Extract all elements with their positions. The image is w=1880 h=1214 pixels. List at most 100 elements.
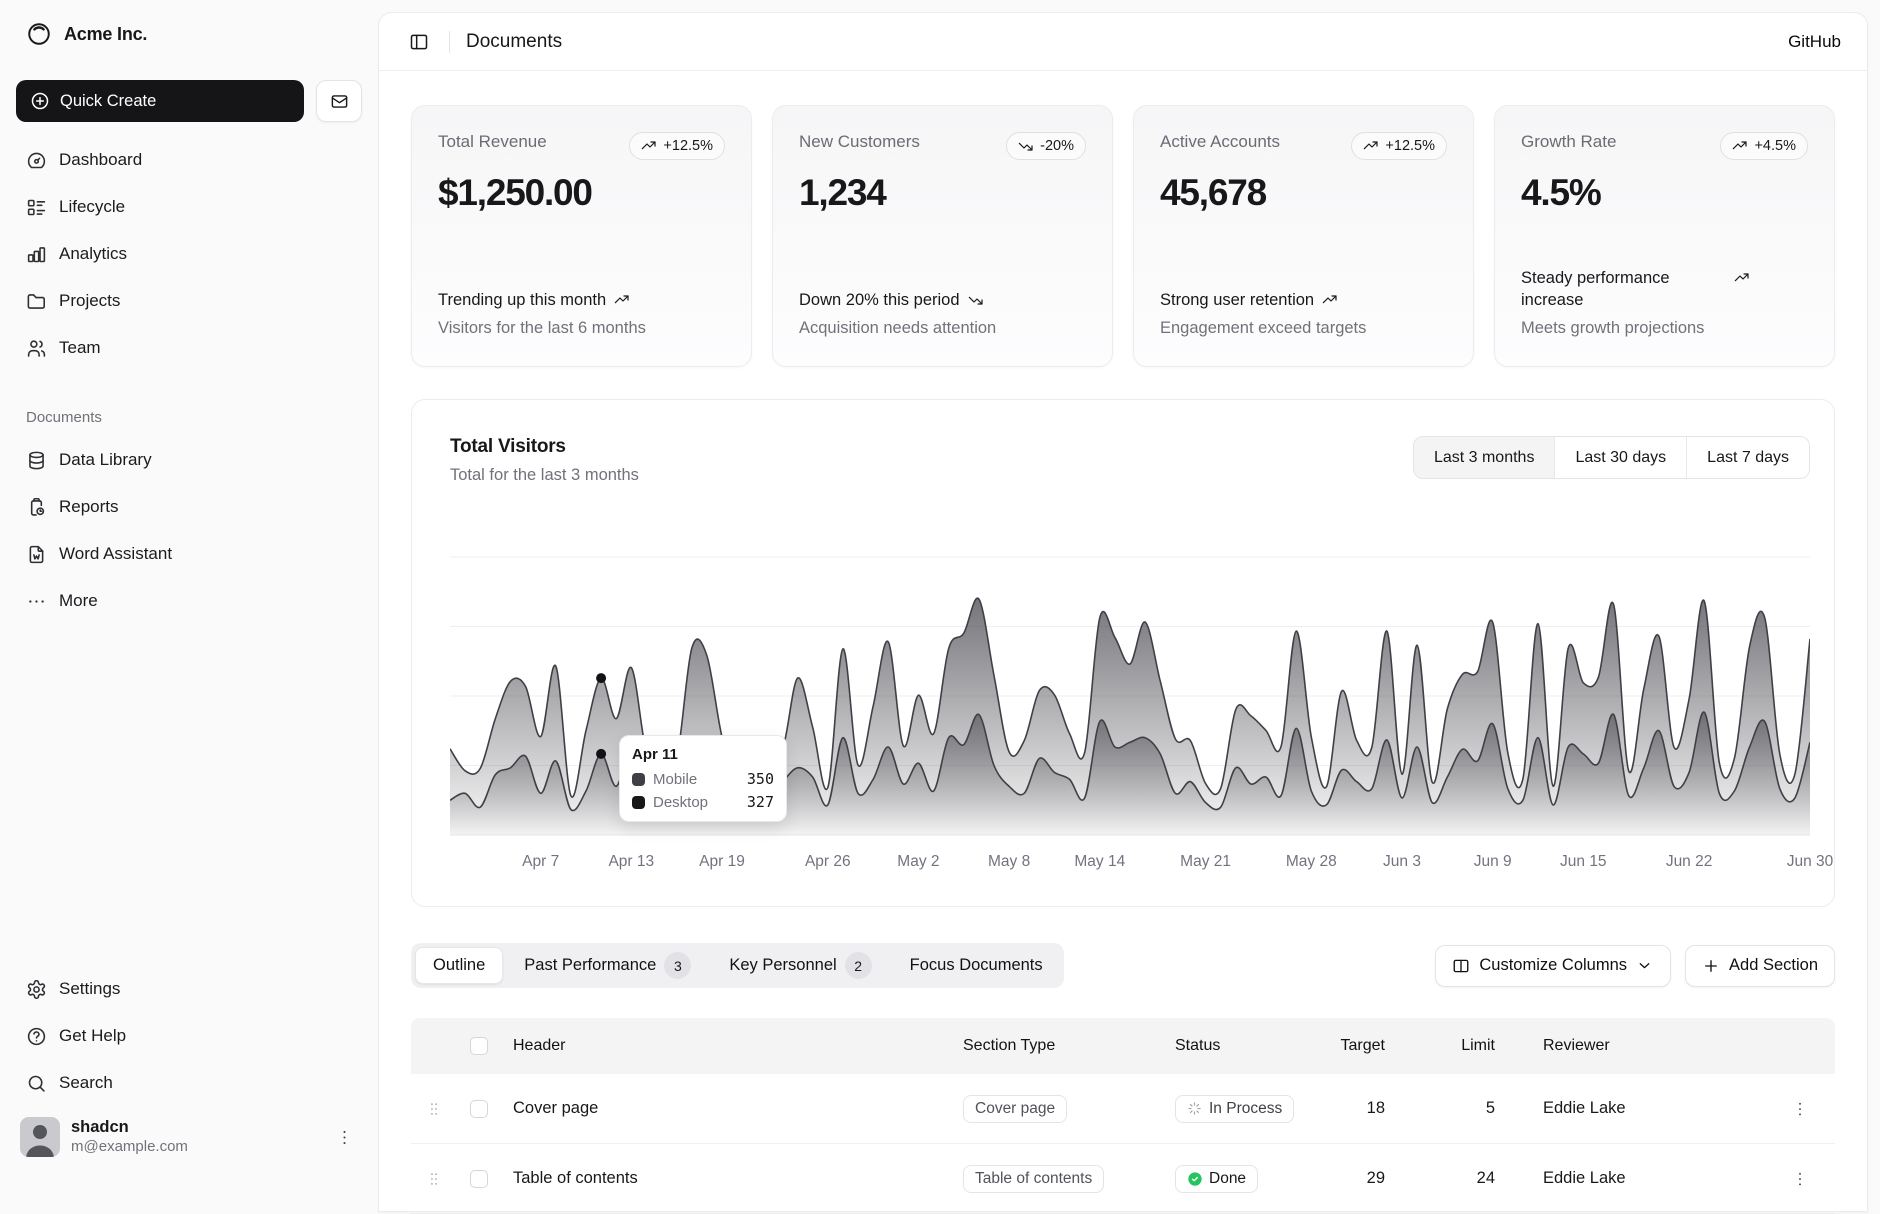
select-all-checkbox[interactable] [470, 1037, 488, 1055]
dots-vertical-icon [335, 1128, 354, 1147]
svg-text:Apr 19: Apr 19 [699, 853, 745, 870]
sidebar-item-settings[interactable]: Settings [16, 969, 362, 1009]
svg-text:May 14: May 14 [1074, 853, 1125, 870]
sidebar-item-lifecycle[interactable]: Lifecycle [16, 187, 362, 227]
circle-check-icon [1187, 1171, 1202, 1186]
reviewer-cell[interactable]: Eddie Lake [1531, 1099, 1741, 1118]
trending-down-icon [968, 292, 984, 308]
range-last-7-days[interactable]: Last 7 days [1687, 437, 1809, 478]
topbar: Documents GitHub [379, 13, 1867, 71]
sidebar-item-team[interactable]: Team [16, 328, 362, 368]
brand-name: Acme Inc. [64, 24, 147, 45]
stat-value: 45,678 [1160, 172, 1447, 214]
total-visitors-chart-card: Total Visitors Total for the last 3 mont… [411, 399, 1835, 907]
svg-text:May 8: May 8 [988, 853, 1030, 870]
sidebar-item-projects[interactable]: Projects [16, 281, 362, 321]
table-toolbar: Outline Past Performance 3 Key Personnel… [411, 943, 1835, 988]
page-title: Documents [466, 31, 562, 53]
user-email: m@example.com [71, 1138, 319, 1157]
column-limit: Limit [1421, 1037, 1531, 1055]
tab-past-performance[interactable]: Past Performance 3 [507, 947, 708, 984]
stat-title: Total Revenue [438, 132, 547, 152]
add-section-button[interactable]: Add Section [1685, 945, 1835, 987]
sidebar-item-more[interactable]: More [16, 581, 362, 621]
row-options-button[interactable] [1785, 1094, 1815, 1124]
visitors-area-chart[interactable]: Apr 7Apr 13Apr 19Apr 26May 2May 8May 14M… [412, 516, 1838, 886]
report-icon [26, 497, 47, 518]
stat-card-new-customers: New Customers -20% 1,234 Down 20% this p… [772, 105, 1113, 367]
sidebar-footer: Settings Get Help Search shadcn m@exampl… [16, 969, 362, 1157]
tab-outline[interactable]: Outline [415, 947, 503, 984]
users-icon [26, 338, 47, 359]
drag-handle[interactable] [411, 1100, 457, 1118]
plus-icon [1702, 957, 1720, 975]
chevron-down-icon [1636, 957, 1654, 975]
main-panel: Documents GitHub Total Revenue +12.5% $1… [378, 12, 1868, 1212]
file-word-icon [26, 544, 47, 565]
tab-count-badge: 3 [664, 952, 691, 979]
customize-columns-button[interactable]: Customize Columns [1435, 945, 1671, 987]
tooltip-row-mobile: Mobile 350 [632, 770, 774, 788]
trending-up-icon [614, 292, 630, 308]
row-options-button[interactable] [1785, 1164, 1815, 1194]
select-row-checkbox[interactable] [470, 1170, 488, 1188]
tab-key-personnel[interactable]: Key Personnel 2 [712, 947, 888, 984]
brand[interactable]: Acme Inc. [16, 14, 362, 54]
inbox-button[interactable] [316, 80, 362, 122]
columns-icon [1452, 957, 1470, 975]
select-row-checkbox[interactable] [470, 1100, 488, 1118]
dots-vertical-icon [1791, 1100, 1809, 1118]
mail-icon [330, 92, 349, 111]
limit-cell[interactable]: 24 [1421, 1169, 1531, 1188]
target-cell[interactable]: 18 [1331, 1099, 1421, 1118]
svg-text:Apr 13: Apr 13 [608, 853, 654, 870]
column-status: Status [1163, 1037, 1331, 1055]
trending-up-icon [1322, 292, 1338, 308]
row-header-cell[interactable]: Cover page [501, 1099, 951, 1118]
reviewer-cell[interactable]: Eddie Lake [1531, 1169, 1741, 1188]
range-last-3-months[interactable]: Last 3 months [1414, 437, 1556, 478]
view-tabs: Outline Past Performance 3 Key Personnel… [411, 943, 1064, 988]
limit-cell[interactable]: 5 [1421, 1099, 1531, 1118]
trending-up-icon [641, 138, 657, 154]
sidebar-item-analytics[interactable]: Analytics [16, 234, 362, 274]
sidebar-item-data-library[interactable]: Data Library [16, 440, 362, 480]
svg-text:Jun 3: Jun 3 [1383, 853, 1421, 870]
circle-plus-icon [30, 91, 50, 111]
dots-icon [26, 591, 47, 612]
sidebar-item-search[interactable]: Search [16, 1063, 362, 1103]
stat-cards: Total Revenue +12.5% $1,250.00 Trending … [411, 105, 1835, 367]
user-options-button[interactable] [330, 1123, 358, 1151]
trending-up-icon [1732, 138, 1748, 154]
database-icon [26, 450, 47, 471]
sidebar-item-dashboard[interactable]: Dashboard [16, 140, 362, 180]
chart-range-toggle: Last 3 months Last 30 days Last 7 days [1413, 436, 1810, 479]
target-cell[interactable]: 29 [1331, 1169, 1421, 1188]
tooltip-date: Apr 11 [632, 746, 774, 763]
stat-value: $1,250.00 [438, 172, 725, 214]
svg-text:Jun 9: Jun 9 [1474, 853, 1512, 870]
stat-card-total-revenue: Total Revenue +12.5% $1,250.00 Trending … [411, 105, 752, 367]
user-menu-trigger[interactable]: shadcn m@example.com [16, 1117, 362, 1157]
sidebar-item-reports[interactable]: Reports [16, 487, 362, 527]
dots-vertical-icon [1791, 1170, 1809, 1188]
loader-icon [1187, 1101, 1202, 1116]
column-target: Target [1331, 1037, 1421, 1055]
sidebar-item-word-assistant[interactable]: Word Assistant [16, 534, 362, 574]
drag-handle[interactable] [411, 1170, 457, 1188]
range-last-30-days[interactable]: Last 30 days [1555, 437, 1687, 478]
topbar-divider [449, 31, 450, 53]
section-type-badge: Table of contents [963, 1165, 1104, 1193]
tab-focus-documents[interactable]: Focus Documents [893, 947, 1060, 984]
tooltip-row-desktop: Desktop 327 [632, 793, 774, 811]
column-section-type: Section Type [951, 1037, 1163, 1055]
sidebar-toggle-button[interactable] [405, 28, 433, 56]
github-link[interactable]: GitHub [1788, 32, 1841, 52]
mobile-series-swatch [632, 773, 645, 786]
svg-text:Jun 15: Jun 15 [1560, 853, 1607, 870]
row-header-cell[interactable]: Table of contents [501, 1169, 951, 1188]
search-icon [26, 1073, 47, 1094]
sidebar-item-get-help[interactable]: Get Help [16, 1016, 362, 1056]
stat-card-growth-rate: Growth Rate +4.5% 4.5% Steady performanc… [1494, 105, 1835, 367]
quick-create-button[interactable]: Quick Create [16, 80, 304, 122]
